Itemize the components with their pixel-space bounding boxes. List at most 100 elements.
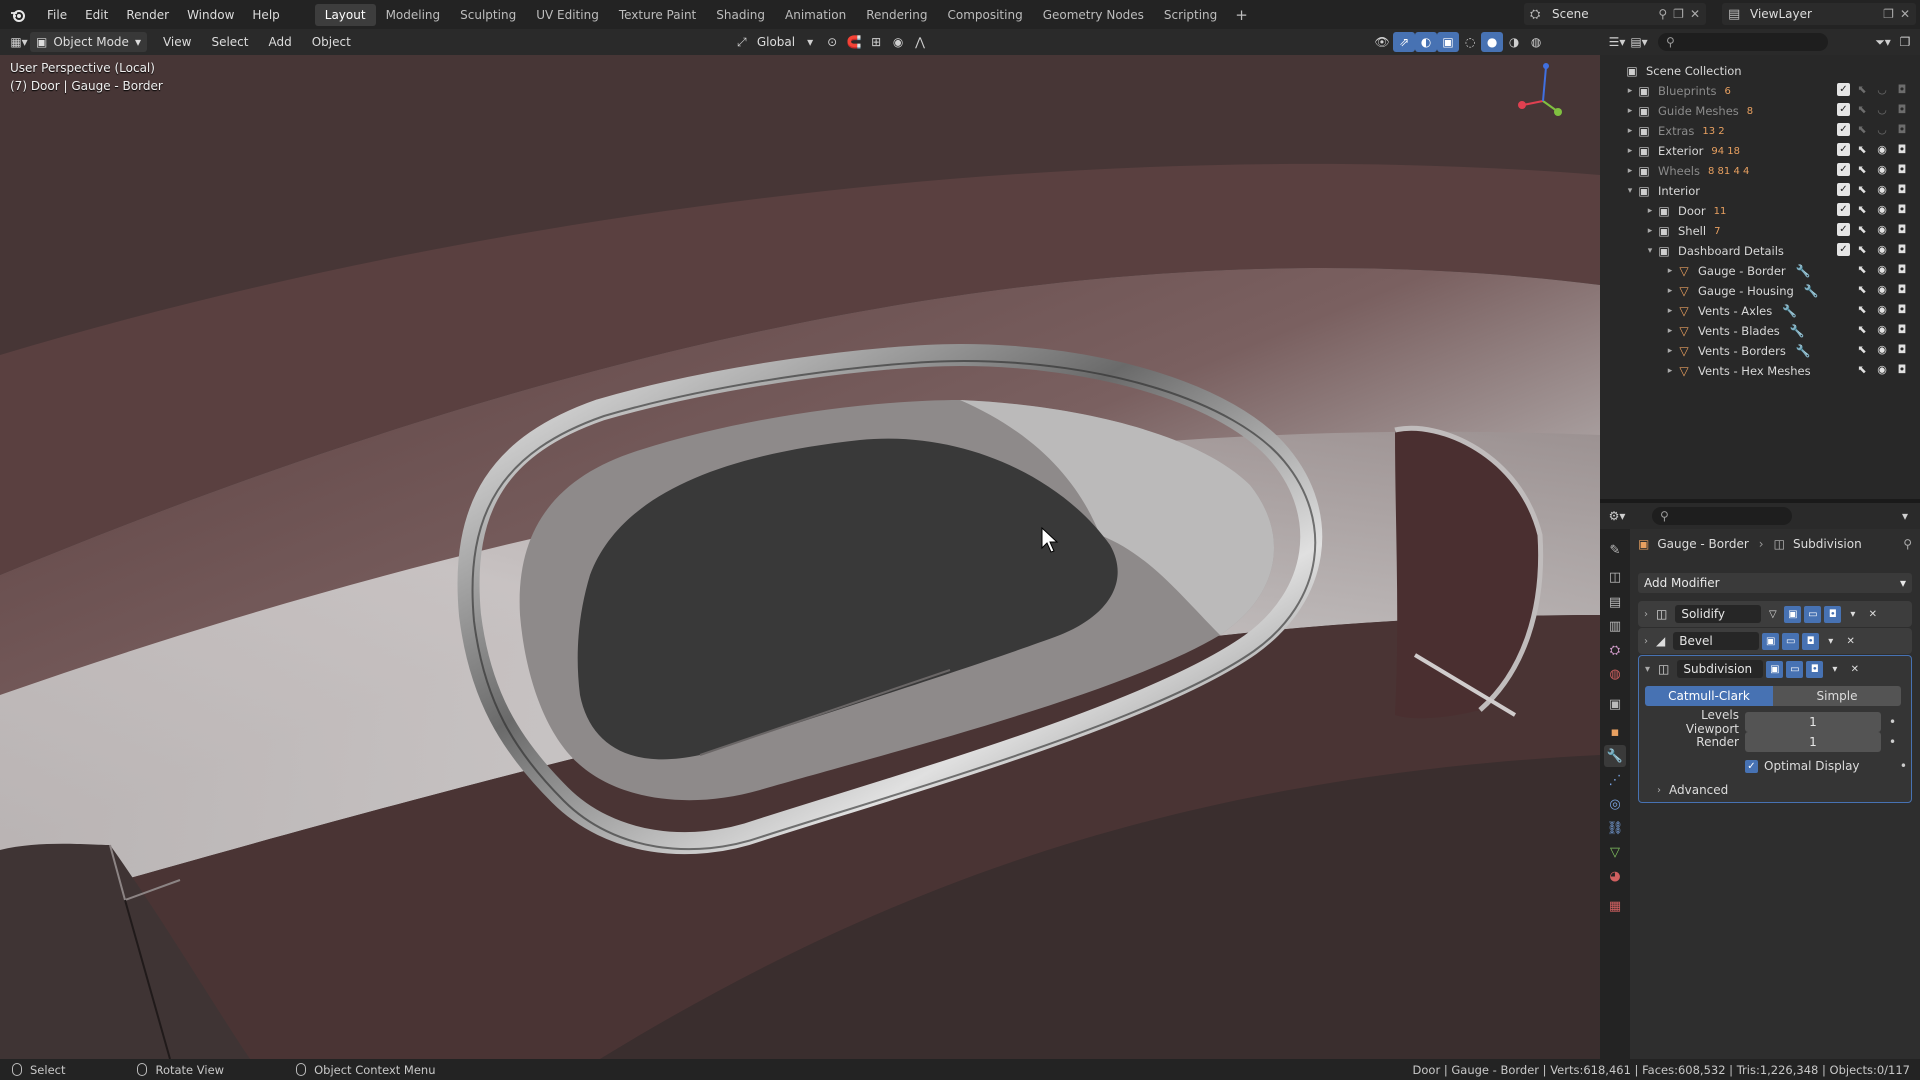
outliner-row-exterior[interactable]: ▸ ▣ Exterior 94 18 ✓ ⬉ ◉ ◘ [1600, 141, 1920, 161]
tab-modeling[interactable]: Modeling [376, 4, 451, 26]
expand-icon[interactable]: ▸ [1664, 266, 1676, 276]
delete-viewlayer-icon[interactable]: ✕ [1900, 7, 1910, 21]
tab-layout[interactable]: Layout [314, 3, 376, 26]
exclude-checkbox[interactable]: ✓ [1837, 83, 1850, 96]
eye-icon[interactable]: ◉ [1874, 243, 1890, 256]
menu-render[interactable]: Render [117, 4, 178, 26]
tab-animation[interactable]: Animation [775, 4, 856, 26]
menu-file[interactable]: File [38, 4, 76, 26]
properties-editor-icon[interactable]: ⚙▾ [1606, 506, 1628, 526]
wireframe-shading-icon[interactable]: ◌ [1459, 32, 1481, 52]
tool-tab-icon[interactable]: ✎ [1604, 539, 1626, 561]
scene-tab-icon[interactable]: ⛭ [1604, 639, 1626, 661]
expand-icon[interactable]: ▸ [1644, 226, 1656, 236]
tab-sculpting[interactable]: Sculpting [450, 4, 526, 26]
camera-icon[interactable]: ◘ [1894, 83, 1910, 96]
outliner-row-vents-hex-meshes[interactable]: ▸ ▽ Vents - Hex Meshes ⬉ ◉ ◘ [1600, 361, 1920, 381]
exclude-checkbox[interactable]: ✓ [1837, 183, 1850, 196]
select-icon[interactable]: ⬉ [1854, 123, 1870, 136]
display-mode-icon[interactable]: ▤▾ [1628, 32, 1650, 52]
select-icon[interactable]: ⬉ [1854, 223, 1870, 236]
menu-view[interactable]: View [153, 35, 201, 49]
expand-icon[interactable]: ▸ [1644, 206, 1656, 216]
eye-icon[interactable]: ◉ [1874, 163, 1890, 176]
view-layer-tab-icon[interactable]: ▥ [1604, 615, 1626, 637]
delete-scene-icon[interactable]: ✕ [1690, 7, 1700, 21]
camera-icon[interactable]: ◘ [1894, 343, 1910, 356]
edit-mode-icon[interactable]: ▣ [1784, 605, 1802, 623]
select-icon[interactable]: ⬉ [1854, 323, 1870, 336]
eye-icon[interactable]: ◉ [1874, 323, 1890, 336]
camera-icon[interactable]: ◘ [1894, 143, 1910, 156]
select-icon[interactable]: ⬉ [1854, 363, 1870, 376]
tab-scripting[interactable]: Scripting [1154, 4, 1227, 26]
eye-icon[interactable]: ◉ [1874, 183, 1890, 196]
simple-button[interactable]: Simple [1773, 686, 1901, 706]
menu-help[interactable]: Help [243, 4, 288, 26]
dropdown-icon[interactable]: ▾ [1822, 633, 1839, 650]
realtime-icon[interactable]: ▭ [1782, 632, 1800, 650]
eye-closed-icon[interactable]: ◡ [1874, 103, 1890, 116]
outliner-row-shell[interactable]: ▸ ▣ Shell 7 ✓ ⬉ ◉ ◘ [1600, 221, 1920, 241]
eye-icon[interactable]: ◉ [1874, 143, 1890, 156]
exclude-checkbox[interactable]: ✓ [1837, 243, 1850, 256]
pin-icon[interactable]: ⚲ [1658, 7, 1667, 21]
snap-icon[interactable]: 🧲 [843, 32, 865, 52]
select-icon[interactable]: ⬉ [1854, 203, 1870, 216]
realtime-icon[interactable]: ▭ [1804, 605, 1822, 623]
tab-shading[interactable]: Shading [706, 4, 775, 26]
expand-icon[interactable]: › [1657, 785, 1661, 796]
expand-icon[interactable]: ▸ [1624, 106, 1636, 116]
expand-icon[interactable]: › [1644, 609, 1648, 620]
outliner-search-input[interactable]: ⚲ [1658, 33, 1828, 51]
outliner-row-extras[interactable]: ▸ ▣ Extras 13 2 ✓ ⬉ ◡ ◘ [1600, 121, 1920, 141]
expand-icon[interactable]: ▸ [1664, 326, 1676, 336]
camera-icon[interactable]: ◘ [1894, 163, 1910, 176]
tab-uv-editing[interactable]: UV Editing [526, 4, 609, 26]
select-icon[interactable]: ⬉ [1854, 143, 1870, 156]
rendered-shading-icon[interactable]: ◍ [1525, 32, 1547, 52]
eye-icon[interactable]: ◉ [1874, 283, 1890, 296]
transform-orientation[interactable]: Global [753, 35, 799, 49]
realtime-icon[interactable]: ▭ [1786, 660, 1804, 678]
outliner-row-wheels[interactable]: ▸ ▣ Wheels 8 81 4 4 ✓ ⬉ ◉ ◘ [1600, 161, 1920, 181]
select-icon[interactable]: ⬉ [1854, 103, 1870, 116]
outliner-row-dashboard-details[interactable]: ▾ ▣ Dashboard Details ✓ ⬉ ◉ ◘ [1600, 241, 1920, 261]
exclude-checkbox[interactable]: ✓ [1837, 223, 1850, 236]
exclude-checkbox[interactable]: ✓ [1837, 123, 1850, 136]
dropdown-icon[interactable]: ▾ [1826, 661, 1843, 678]
exclude-checkbox[interactable]: ✓ [1837, 103, 1850, 116]
tab-rendering[interactable]: Rendering [856, 4, 937, 26]
material-shading-icon[interactable]: ◑ [1503, 32, 1525, 52]
collapse-icon[interactable]: ▾ [1624, 186, 1636, 196]
output-tab-icon[interactable]: ▤ [1604, 591, 1626, 613]
expand-icon[interactable]: ▸ [1664, 346, 1676, 356]
menu-edit[interactable]: Edit [76, 4, 117, 26]
object-tab-icon[interactable]: ▪ [1604, 721, 1626, 743]
expand-icon[interactable]: ▸ [1624, 146, 1636, 156]
expand-icon[interactable]: ▸ [1664, 366, 1676, 376]
render-icon[interactable]: ◘ [1806, 660, 1824, 678]
menu-object[interactable]: Object [302, 35, 361, 49]
add-modifier-button[interactable]: Add Modifier ▾ [1638, 573, 1912, 593]
keyframe-dot-icon[interactable]: • [1889, 715, 1896, 729]
wrench-icon[interactable]: 🔧 [1796, 264, 1811, 278]
outliner-row-vents-axles[interactable]: ▸ ▽ Vents - Axles 🔧 ⬉ ◉ ◘ [1600, 301, 1920, 321]
expand-icon[interactable]: ▸ [1664, 286, 1676, 296]
eye-icon[interactable]: ◉ [1874, 223, 1890, 236]
new-viewlayer-icon[interactable]: ❐ [1883, 7, 1894, 21]
camera-icon[interactable]: ◘ [1894, 183, 1910, 196]
visibility-icon[interactable]: 👁 [1371, 32, 1393, 52]
expand-icon[interactable]: ▸ [1664, 306, 1676, 316]
outliner-row-door[interactable]: ▸ ▣ Door 11 ✓ ⬉ ◉ ◘ [1600, 201, 1920, 221]
eye-icon[interactable]: ◉ [1874, 363, 1890, 376]
select-icon[interactable]: ⬉ [1854, 303, 1870, 316]
camera-icon[interactable]: ◘ [1894, 103, 1910, 116]
collection-tab-icon[interactable]: ▣ [1604, 693, 1626, 715]
menu-select[interactable]: Select [201, 35, 258, 49]
close-icon[interactable]: ✕ [1864, 606, 1881, 623]
select-icon[interactable]: ⬉ [1854, 183, 1870, 196]
data-tab-icon[interactable]: ▽ [1604, 841, 1626, 863]
viewlayer-selector[interactable]: ▤ ViewLayer ❐ ✕ [1722, 3, 1916, 25]
wrench-icon[interactable]: 🔧 [1790, 324, 1805, 338]
